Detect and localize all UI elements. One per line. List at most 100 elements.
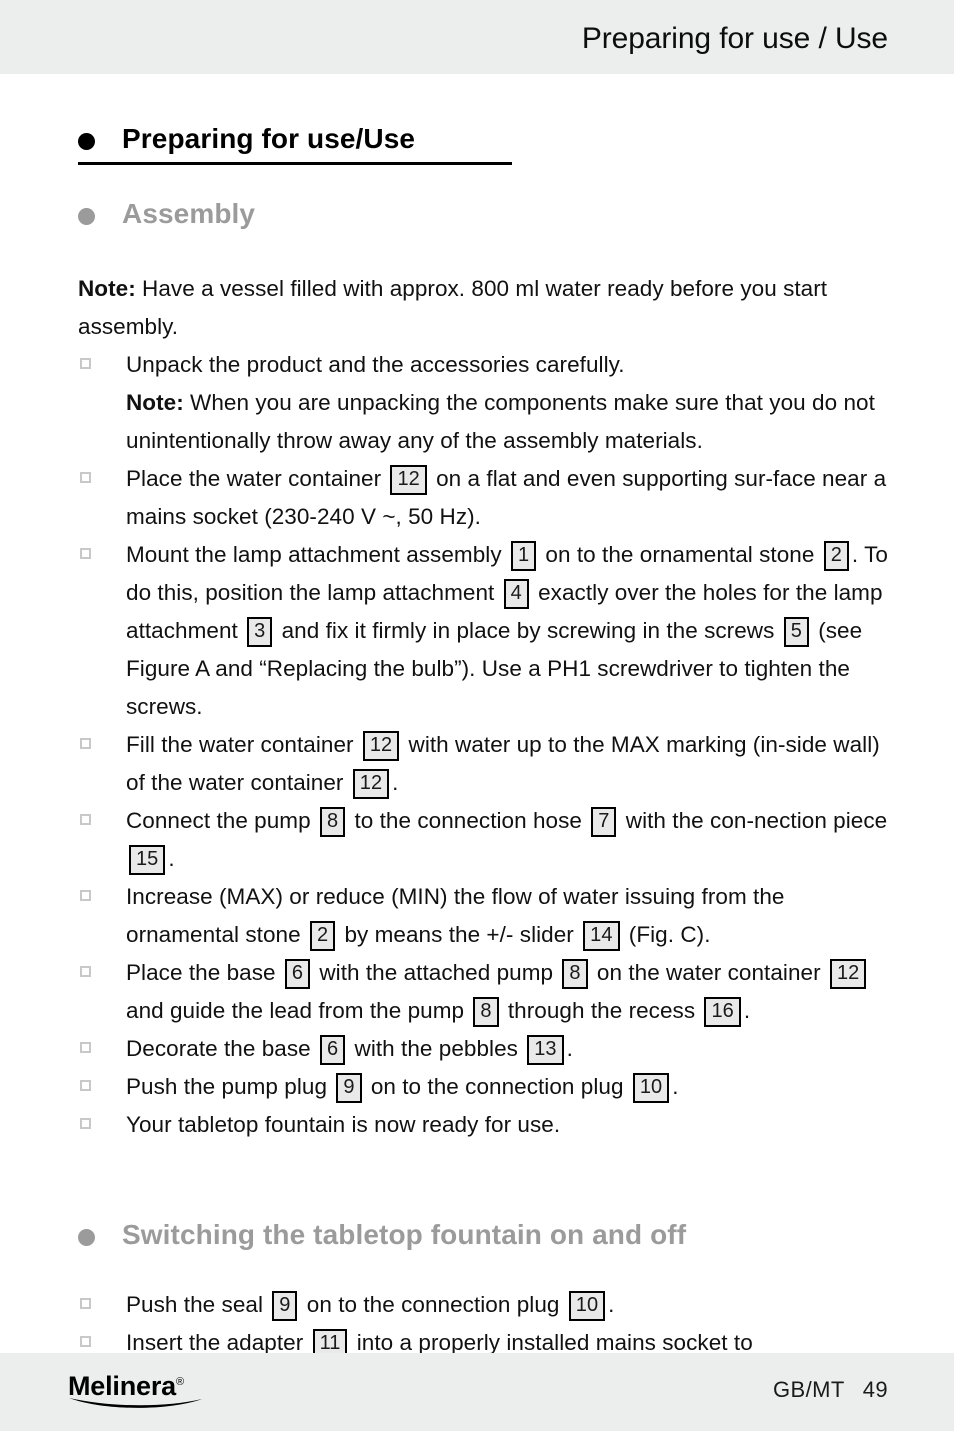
step-text: Push the seal bbox=[126, 1291, 270, 1317]
bullet-dot-icon bbox=[78, 133, 95, 150]
step-text: through the recess bbox=[501, 998, 702, 1024]
section-heading-preparing-for-use: Preparing for use/Use bbox=[78, 122, 888, 165]
step-text: Fill the water container bbox=[126, 732, 360, 758]
brand-swoosh-icon bbox=[69, 1397, 202, 1411]
part-reference-box: 12 bbox=[362, 731, 400, 762]
part-reference-box: 9 bbox=[272, 1290, 298, 1321]
footer-page-info: GB/MT 49 bbox=[773, 1377, 888, 1403]
assembly-intro-note: Note: Have a vessel filled with approx. … bbox=[78, 270, 868, 346]
heading-underline-rule bbox=[78, 161, 512, 165]
part-reference-box: 12 bbox=[352, 769, 390, 800]
checkbox-square-icon bbox=[80, 1118, 91, 1130]
step-text: with the con-nection piece bbox=[619, 808, 888, 834]
step-text: and fix it firmly in place by screwing i… bbox=[275, 618, 781, 644]
step-text: Your tabletop fountain is now ready for … bbox=[126, 1112, 561, 1138]
part-reference-box: 8 bbox=[319, 807, 346, 838]
heading-label-assembly: Assembly bbox=[122, 197, 256, 229]
page-running-header: Preparing for use / Use bbox=[0, 0, 954, 74]
step-text: Mount the lamp attachment assembly bbox=[126, 542, 508, 568]
part-reference-box: 12 bbox=[390, 465, 427, 496]
assembly-step-item: Connect the pump 8 to the connection hos… bbox=[78, 802, 888, 878]
brand-wordmark: Melinera® bbox=[68, 1367, 238, 1401]
heading-label-switching-on-off: Switching the tabletop fountain on and o… bbox=[122, 1219, 687, 1251]
section-heading-assembly: Assembly bbox=[78, 197, 888, 231]
part-reference-box: 12 bbox=[829, 959, 867, 990]
step-text: . bbox=[743, 998, 751, 1024]
part-reference-box: 4 bbox=[503, 579, 529, 610]
assembly-step-item: Your tabletop fountain is now ready for … bbox=[78, 1106, 888, 1144]
assembly-step-item: Mount the lamp attachment assembly 1 on … bbox=[78, 536, 888, 726]
assembly-step-item: Fill the water container 12 with water u… bbox=[78, 726, 888, 802]
part-reference-box: 8 bbox=[562, 959, 588, 990]
step-text: by means the +/- slider bbox=[338, 922, 581, 948]
step-text: into a properly installed mains socket t… bbox=[350, 1329, 753, 1355]
step-text: (Fig. C). bbox=[622, 922, 711, 948]
footer-page-number: 49 bbox=[862, 1377, 888, 1402]
part-reference-box: 8 bbox=[473, 997, 499, 1028]
step-text: with the attached pump bbox=[313, 960, 560, 986]
page-footer: Melinera® GB/MT 49 bbox=[0, 1353, 954, 1431]
step-text: . bbox=[566, 1036, 573, 1062]
checkbox-square-icon bbox=[80, 1297, 91, 1309]
checkbox-square-icon bbox=[80, 1335, 91, 1347]
step-text: on to the ornamental stone bbox=[539, 542, 821, 568]
assembly-step-list: Unpack the product and the accessories c… bbox=[78, 346, 888, 1144]
assembly-step-item: Unpack the product and the accessories c… bbox=[78, 346, 888, 460]
heading-label-preparing-for-use: Preparing for use/Use bbox=[122, 123, 416, 154]
checkbox-square-icon bbox=[80, 966, 91, 978]
assembly-step-item: Place the base 6 with the attached pump … bbox=[78, 954, 888, 1030]
part-reference-box: 7 bbox=[591, 807, 617, 838]
part-reference-box: 6 bbox=[284, 959, 311, 990]
step-text: and guide the lead from the pump bbox=[126, 998, 471, 1024]
checkbox-square-icon bbox=[80, 814, 91, 826]
assembly-step-item: Decorate the base 6 with the pebbles 13. bbox=[78, 1030, 888, 1068]
part-reference-box: 9 bbox=[336, 1073, 362, 1104]
note-label: Note: bbox=[126, 390, 184, 416]
step-text: When you are unpacking the components ma… bbox=[126, 390, 875, 454]
part-reference-box: 3 bbox=[247, 617, 273, 648]
part-reference-box: 14 bbox=[583, 921, 620, 952]
section-heading-switching-on-off: Switching the tabletop fountain on and o… bbox=[78, 1218, 888, 1252]
note-body: Have a vessel filled with approx. 800 ml… bbox=[78, 276, 828, 340]
checkbox-square-icon bbox=[80, 472, 91, 484]
assembly-step-item: Push the pump plug 9 on to the connectio… bbox=[78, 1068, 888, 1106]
note-label: Note: bbox=[78, 276, 136, 302]
checkbox-square-icon bbox=[80, 890, 91, 902]
part-reference-box: 5 bbox=[783, 617, 809, 648]
checkbox-square-icon bbox=[80, 738, 91, 750]
registered-trademark-icon: ® bbox=[175, 1376, 184, 1388]
step-text: Insert the adapter bbox=[126, 1329, 310, 1355]
step-text: Push the pump plug bbox=[126, 1074, 334, 1100]
part-reference-box: 2 bbox=[309, 921, 336, 952]
heading-spacer bbox=[78, 1252, 888, 1286]
step-text: to the connection hose bbox=[348, 808, 589, 834]
step-text: . bbox=[608, 1291, 615, 1317]
step-text: . bbox=[672, 1074, 679, 1100]
part-reference-box: 15 bbox=[129, 845, 166, 876]
part-reference-box: 1 bbox=[510, 541, 537, 572]
checkbox-square-icon bbox=[80, 358, 91, 370]
part-reference-box: 2 bbox=[823, 541, 849, 572]
step-text: Place the base bbox=[126, 960, 282, 986]
step-text: with the pebbles bbox=[348, 1036, 525, 1062]
checkbox-square-icon bbox=[80, 548, 91, 560]
step-text: . bbox=[168, 846, 175, 872]
part-reference-box: 10 bbox=[568, 1290, 606, 1321]
switching-step-item: Push the seal 9 on to the connection plu… bbox=[78, 1286, 888, 1324]
step-text: . bbox=[392, 770, 399, 796]
bullet-dot-icon bbox=[78, 1229, 95, 1247]
footer-locale: GB/MT bbox=[773, 1377, 845, 1402]
step-text: Place the water container bbox=[126, 466, 388, 492]
page-content: Preparing for use/Use Assembly Note: Hav… bbox=[0, 74, 954, 1359]
brand-logo: Melinera® bbox=[68, 1367, 238, 1419]
part-reference-box: 13 bbox=[527, 1035, 564, 1066]
step-text: on to the connection plug bbox=[300, 1291, 566, 1317]
bullet-dot-icon bbox=[78, 207, 95, 225]
running-header-title: Preparing for use / Use bbox=[581, 22, 888, 55]
step-text: on to the connection plug bbox=[364, 1074, 630, 1100]
checkbox-square-icon bbox=[80, 1080, 91, 1092]
part-reference-box: 16 bbox=[704, 997, 741, 1028]
assembly-step-item: Place the water container 12 on a flat a… bbox=[78, 460, 888, 536]
checkbox-square-icon bbox=[80, 1042, 91, 1054]
step-text: Unpack the product and the accessories c… bbox=[126, 352, 625, 378]
